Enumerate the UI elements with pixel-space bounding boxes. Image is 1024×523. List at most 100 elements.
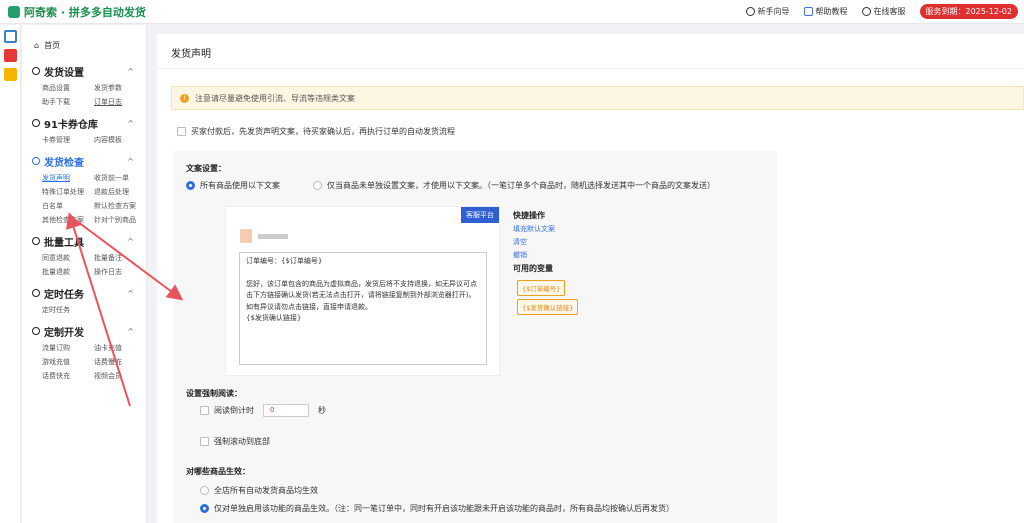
top-links: 新手向导 帮助教程 在线客服 服务到期：2025-12-02 [745,4,1018,19]
sidebar-item[interactable]: 批量备注 [94,253,146,263]
gear-icon [32,67,40,75]
enable-row: 买家付款后，先发货声明文案，待买家确认后，再执行订单的自动发货流程 [177,126,455,137]
section-header[interactable]: 发货检查 ^ [22,153,146,169]
scope-option-enabled[interactable]: 仅对单独启用该功能的商品生效。（注：同一笔订单中，同时有开启该功能跟未开启该功能… [200,503,674,514]
code-icon [32,327,40,335]
avatar [240,229,252,243]
help-label: 帮助教程 [815,7,848,16]
sidebar-item[interactable]: 视频会员 [94,371,146,381]
undo-link[interactable]: 撤销 [513,250,578,260]
section-title: 批量工具 [44,237,84,249]
sidebar-item[interactable]: 卡券管理 [42,135,94,145]
section-header[interactable]: 发货设置 ^ [22,63,146,79]
document-icon [803,7,813,16]
enable-checkbox[interactable] [177,127,186,136]
message-textarea[interactable]: 订单编号：{$订单编号} 您好，该订单包含的商品为虚拟商品，发货后将不支持退换，… [239,252,487,365]
clear-link[interactable]: 清空 [513,237,578,247]
sidebar-item[interactable]: 同意退款 [42,253,94,263]
sidebar-item[interactable]: 流量订购 [42,343,94,353]
settings-panel: 文案设置： 所有商品使用以下文案 仅当商品未单独设置文案，才使用以下文案。（一笔… [173,151,777,523]
home-icon: ⌂ [34,41,40,50]
scope-option-all[interactable]: 全店所有自动发货商品均生效 [200,485,318,496]
sidebar-item[interactable]: 退款后处理 [94,187,146,197]
fill-default-link[interactable]: 填充默认文案 [513,224,578,234]
grid-app-icon[interactable] [3,30,17,43]
home-label: 首页 [44,41,61,50]
warehouse-icon [32,119,40,127]
radio-selected[interactable] [200,504,209,513]
unit-label: 秒 [318,406,326,415]
headset-icon [861,7,871,16]
section-card-warehouse: 91卡券仓库 ^ 卡券管理 内容模板 [22,115,146,145]
chevron-up-icon: ^ [127,326,134,336]
sidebar-item[interactable]: 内容模板 [94,135,146,145]
sidebar-item-home[interactable]: ⌂ 首页 [22,25,146,55]
message-preview: 客服平台 订单编号：{$订单编号} 您好，该订单包含的商品为虚拟商品，发货后将不… [225,206,500,376]
vars-title: 可用的变量 [513,264,553,273]
sidebar-item[interactable]: 商品设置 [42,83,94,93]
sidebar-item[interactable]: 定时任务 [42,305,94,315]
sidebar-item[interactable]: 发货参数 [94,83,146,93]
top-bar: 阿奇索 · 拼多多自动发货 新手向导 帮助教程 在线客服 服务到期：2025-1… [0,0,1024,24]
copy-option-single[interactable]: 仅当商品未单独设置文案，才使用以下文案。（一笔订单多个商品时，随机选择发送其中一… [313,180,715,191]
chevron-up-icon: ^ [127,236,134,246]
quick-ops: 快捷操作 填充默认文案 清空 撤销 可用的变量 {$订单编号} {$发货确认链接… [513,210,579,315]
copy-option-all[interactable]: 所有商品使用以下文案 [186,180,280,191]
warning-icon: ! [180,93,189,103]
online-service-link[interactable]: 在线客服 [861,6,906,17]
sidebar-item[interactable]: 油卡充值 [94,343,146,353]
page-title: 发货声明 [171,49,211,60]
message-line: 订单编号：{$订单编号} [246,257,323,265]
sidebar-item[interactable]: 默认检查方案 [94,201,146,211]
section-header[interactable]: 定制开发 ^ [22,323,146,339]
other-app-icon[interactable] [3,68,17,81]
countdown-input[interactable]: 0 [263,404,309,417]
section-title: 定制开发 [44,327,84,339]
message-line: 您好，该订单包含的商品为虚拟商品，发货后将不支持退换，如无异议可点击下方链接确认… [246,279,477,311]
service-platform-tag: 客服平台 [461,207,499,223]
section-header[interactable]: 批量工具 ^ [22,233,146,249]
section-header[interactable]: 定时任务 ^ [22,285,146,301]
brand[interactable]: 阿奇索 · 拼多多自动发货 [8,4,146,20]
var-tag-confirm-link[interactable]: {$发货确认链接} [517,299,579,315]
sidebar-item[interactable]: 收货前一单 [94,173,146,183]
countdown-label: 阅读倒计时 [214,406,254,415]
sidebar-item[interactable]: 订单日志 [94,97,146,107]
quick-ops-title: 快捷操作 [513,211,545,220]
section-scheduled: 定时任务 ^ 定时任务 [22,285,146,315]
radio[interactable] [313,181,322,190]
scroll-bottom-label: 强制滚动到底部 [214,437,270,446]
sidebar-item[interactable]: 话费快充 [42,371,94,381]
sidebar-item[interactable]: 其他检查方案 [42,215,94,225]
chevron-up-icon: ^ [127,118,134,128]
help-link[interactable]: 帮助教程 [803,6,848,17]
online-service-label: 在线客服 [873,7,906,16]
scope-label: 对哪些商品生效： [186,467,250,476]
pdd-app-icon[interactable] [3,49,17,62]
section-header[interactable]: 91卡券仓库 ^ [22,115,146,131]
var-tag-order-no[interactable]: {$订单编号} [517,280,566,296]
radio[interactable] [200,486,209,495]
section-batch-tools: 批量工具 ^ 同意退款 批量备注 批量退款 操作日志 [22,233,146,277]
countdown-row: 阅读倒计时 0 秒 [200,404,326,417]
sidebar-item[interactable]: 话费慢充 [94,357,146,367]
sidebar: ⌂ 首页 发货设置 ^ 商品设置 发货参数 助手下载 订单日志 91卡券仓库 ^… [22,25,147,523]
app-title: 阿奇索 · 拼多多自动发货 [24,6,146,19]
newbie-guide-link[interactable]: 新手向导 [745,6,790,17]
sidebar-item[interactable]: 批量退款 [42,267,94,277]
countdown-checkbox[interactable] [200,406,209,415]
scroll-bottom-checkbox[interactable] [200,437,209,446]
radio-selected[interactable] [186,181,195,190]
sidebar-item[interactable]: 游戏充值 [42,357,94,367]
sidebar-item-active[interactable]: 发货声明 [42,173,94,183]
sidebar-item[interactable]: 助手下载 [42,97,94,107]
service-expiry-badge[interactable]: 服务到期：2025-12-02 [919,4,1018,19]
section-title: 发货检查 [44,157,84,169]
sidebar-item[interactable]: 操作日志 [94,267,146,277]
section-ship-check: 发货检查 ^ 发货声明 收货前一单 特殊订单处理 退款后处理 白名单 默认检查方… [22,153,146,225]
sidebar-item[interactable]: 特殊订单处理 [42,187,94,197]
main-content: 发货声明 ! 注意请尽量避免使用引流、导流等违规类文案 买家付款后，先发货声明文… [157,34,1024,523]
sidebar-item[interactable]: 白名单 [42,201,94,211]
sidebar-item[interactable]: 针对个别商品 [94,215,146,225]
radio-label: 所有商品使用以下文案 [200,181,280,190]
